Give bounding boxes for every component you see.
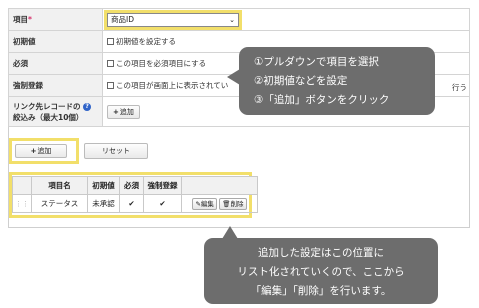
field-label: 項目* [8,8,103,31]
link-filter-add-button[interactable]: +追加 [107,104,140,119]
drag-header [12,176,32,195]
list-header-actions [181,176,258,195]
edit-button[interactable]: ✎編集 [192,197,217,210]
link-filter-label: リンク先レコードの ? 絞込み（最大10個） [8,96,103,127]
plus-icon: + [30,147,37,155]
row-actions: ✎編集 🗑削除 [181,194,258,213]
list-header-initial: 初期値 [87,176,120,195]
forced-registration-checkbox[interactable]: この項目が画面上に表示されてい [107,81,228,90]
row-name: ステータス [31,194,88,213]
list-explanation-callout: 追加した設定はこの位置に リスト化されていくので、ここから 「編集」「削除」を行… [204,226,438,304]
instruction-callout: ①プルダウンで項目を選択 ②初期値などを設定 ③「追加」ボタンをクリック [227,47,435,115]
callout-line-2: リスト化されていくので、ここから [237,266,405,278]
list-header-forced: 強制登録 [143,176,182,195]
callout-step-1: ①プルダウンで項目を選択 [254,56,379,68]
list-header-name: 項目名 [31,176,88,195]
add-button[interactable]: +追加 [15,144,67,158]
field-select[interactable]: 商品ID ⌄ [107,13,239,27]
delete-button[interactable]: 🗑削除 [219,197,247,210]
chevron-down-icon: ⌄ [229,16,235,24]
initial-value-label: 初期値 [8,30,103,53]
row-required-check-icon: ✔ [119,194,144,213]
callout-line-1: 追加した設定はこの位置に [258,247,384,259]
plus-icon: + [113,107,119,116]
callout-line-3: 「編集」「削除」を行います。 [250,285,392,297]
callout-step-2: ②初期値などを設定 [254,75,348,87]
help-icon[interactable]: ? [83,102,92,111]
callout-tail [222,226,238,239]
callout-tail [227,69,240,85]
callout-step-3: ③「追加」ボタンをクリック [254,94,390,106]
reset-button[interactable]: リセット [84,143,148,159]
forced-registration-overflow: 行う [452,83,467,92]
row-forced-check-icon: ✔ [143,194,182,213]
add-button-highlight: +追加 [9,138,79,164]
trash-icon: 🗑 [222,199,231,208]
list-header-required: 必須 [119,176,144,195]
field-select-highlight: 商品ID ⌄ [104,10,242,30]
table-row: ⋮⋮ ステータス 未承認 ✔ ✔ ✎編集 🗑削除 [12,194,258,213]
forced-registration-label: 強制登録 [8,74,103,97]
row-initial: 未承認 [87,194,120,213]
initial-value-checkbox[interactable]: 初期値を設定する [107,37,176,46]
required-label: 必須 [8,52,103,75]
drag-handle-icon[interactable]: ⋮⋮ [12,194,32,213]
settings-list: 項目名 初期値 必須 強制登録 ⋮⋮ ステータス 未承認 ✔ ✔ ✎編集 🗑削除 [12,176,258,213]
required-mark: * [28,15,32,24]
required-checkbox[interactable]: この項目を必須項目にする [107,59,206,68]
